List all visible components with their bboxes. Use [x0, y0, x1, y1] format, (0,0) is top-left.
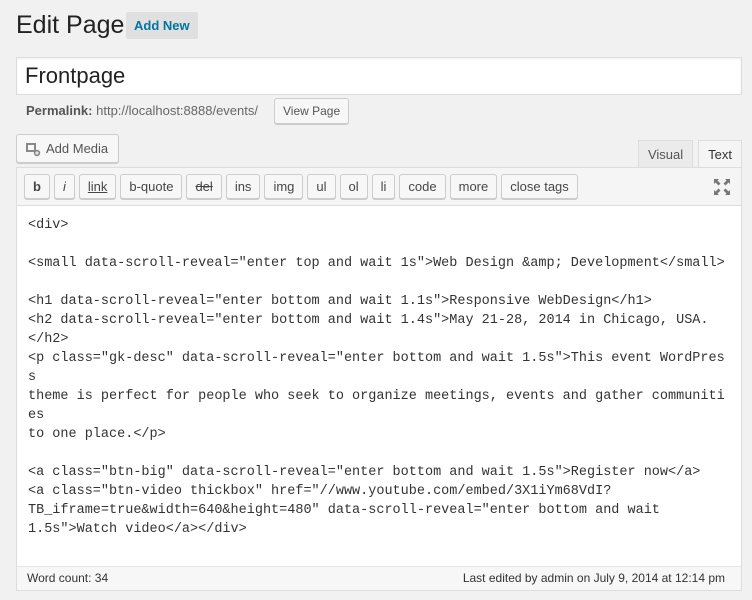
word-count: Word count: 34: [27, 571, 109, 585]
add-media-icon: [26, 142, 41, 156]
qt-bquote-button[interactable]: b-quote: [120, 174, 183, 199]
qt-italic-button[interactable]: i: [53, 174, 75, 199]
qt-more-button[interactable]: more: [449, 174, 498, 199]
qt-ol-button[interactable]: ol: [339, 174, 368, 199]
add-new-button[interactable]: Add New: [126, 12, 198, 39]
editor: b i link b-quote del ins img ul ol li co…: [16, 167, 742, 591]
quicktags-toolbar: b i link b-quote del ins img ul ol li co…: [17, 168, 741, 206]
qt-ul-button[interactable]: ul: [307, 174, 336, 199]
status-bar: Word count: 34 Last edited by admin on J…: [17, 566, 741, 590]
page-title: Edit Page: [16, 11, 125, 39]
view-page-button[interactable]: View Page: [274, 98, 350, 124]
qt-close-tags-button[interactable]: close tags: [501, 174, 578, 199]
qt-img-button[interactable]: img: [264, 174, 304, 199]
permalink-url[interactable]: http://localhost:8888/events/: [96, 103, 258, 118]
qt-li-button[interactable]: li: [371, 174, 396, 199]
last-edited: Last edited by admin on July 9, 2014 at …: [462, 571, 725, 585]
fullscreen-icon[interactable]: [713, 178, 731, 196]
tab-text[interactable]: Text: [698, 140, 742, 168]
permalink-label: Permalink:: [26, 103, 93, 118]
qt-code-button[interactable]: code: [399, 174, 446, 199]
post-title-input[interactable]: [16, 57, 742, 95]
qt-link-button[interactable]: link: [78, 174, 117, 199]
editor-tabs: Visual Text: [633, 140, 742, 168]
tab-visual[interactable]: Visual: [637, 140, 694, 168]
qt-ins-button[interactable]: ins: [225, 174, 261, 199]
add-media-label: Add Media: [46, 141, 109, 156]
qt-bold-button[interactable]: b: [24, 174, 50, 199]
qt-del-button[interactable]: del: [186, 174, 222, 199]
content-textarea[interactable]: <div> <small data-scroll-reveal="enter t…: [17, 206, 741, 566]
permalink: Permalink: http://localhost:8888/events/: [26, 102, 258, 120]
add-media-button[interactable]: Add Media: [16, 134, 120, 163]
